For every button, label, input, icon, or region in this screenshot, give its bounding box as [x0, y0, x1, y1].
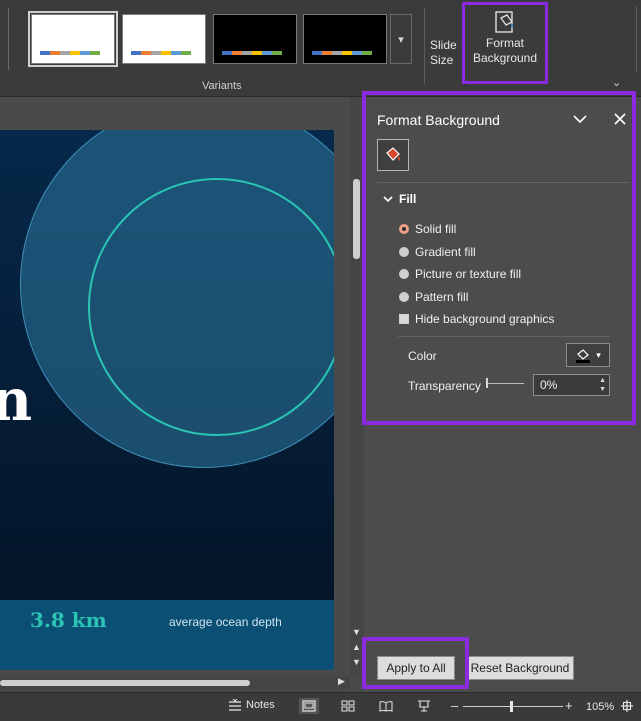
variants-more-button[interactable]: ▾ — [390, 14, 412, 64]
color-picker-button[interactable]: ▾ — [566, 343, 610, 367]
option-label: Hide background graphics — [415, 312, 555, 326]
option-label: Picture or texture fill — [415, 267, 522, 281]
radio-button[interactable] — [399, 269, 409, 279]
format-background-pane — [364, 97, 641, 697]
zoom-in-button[interactable]: + — [565, 698, 573, 713]
variant-swatches — [222, 51, 282, 55]
option-label: Pattern fill — [415, 290, 469, 304]
format-background-button[interactable]: Format Background — [462, 2, 548, 84]
gradient-fill-option[interactable]: Gradient fill — [399, 245, 476, 259]
option-label: Gradient fill — [415, 245, 476, 259]
transparency-label: Transparency — [408, 379, 481, 393]
zoom-level[interactable]: 105% — [586, 701, 614, 713]
chevron-down-icon: ▾ — [596, 349, 601, 360]
checkbox[interactable] — [399, 314, 409, 324]
fit-to-window-icon[interactable] — [620, 699, 634, 713]
zoom-slider-track[interactable] — [463, 706, 563, 707]
ribbon-collapse-chevron-icon[interactable]: ⌄ — [612, 76, 621, 89]
slide-size-button[interactable]: Slide Size — [430, 38, 464, 74]
vertical-scrollbar[interactable]: ▼ ▲ ▼ — [350, 97, 364, 675]
fill-tab[interactable] — [377, 139, 409, 171]
variants-group-label: Variants — [202, 80, 242, 92]
variant-2[interactable] — [122, 14, 206, 64]
ribbon: ▾ Variants Slide Size Format Background … — [0, 0, 641, 97]
radio-button[interactable] — [399, 247, 409, 257]
group-separator — [424, 8, 425, 84]
pane-divider — [377, 182, 630, 183]
paint-bucket-icon — [495, 11, 513, 33]
option-label: Solid fill — [415, 222, 457, 236]
paint-bucket-icon — [576, 349, 591, 363]
scroll-down-arrow-icon[interactable]: ▼ — [352, 627, 361, 637]
variant-3[interactable] — [213, 14, 297, 64]
chevron-down-icon — [383, 196, 393, 203]
transparency-slider-track[interactable] — [488, 383, 524, 384]
zoom-out-button[interactable]: – — [451, 698, 458, 713]
zoom-slider-thumb[interactable] — [510, 701, 513, 712]
format-background-label: Format Background — [472, 36, 538, 65]
slide-sorter-icon — [341, 700, 355, 712]
variant-4[interactable] — [303, 14, 387, 64]
slide-canvas: n 3.8 km average ocean depth — [0, 97, 350, 675]
decorative-ring — [88, 178, 334, 436]
pattern-fill-option[interactable]: Pattern fill — [399, 290, 468, 304]
transparency-value: 0% — [540, 378, 558, 392]
reset-background-button[interactable]: Reset Background — [466, 656, 574, 680]
depth-label: average ocean depth — [169, 615, 282, 629]
apply-to-all-button[interactable]: Apply to All — [377, 656, 455, 680]
radio-button[interactable] — [399, 292, 409, 302]
chevron-down-icon: ▾ — [398, 33, 404, 46]
depth-value: 3.8 km — [30, 608, 107, 632]
horizontal-scrollbar[interactable]: ▶ — [0, 676, 350, 690]
vertical-scrollbar-thumb[interactable] — [353, 179, 360, 259]
slide-title-fragment: n — [0, 366, 33, 434]
variant-swatches — [312, 51, 372, 55]
slide[interactable]: n 3.8 km average ocean depth — [0, 130, 334, 670]
solid-fill-option[interactable]: Solid fill — [399, 222, 456, 236]
transparency-input[interactable]: 0% ▲ ▼ — [533, 374, 610, 396]
section-divider — [398, 336, 610, 337]
ribbon-edge — [0, 8, 9, 70]
slide-show-icon — [418, 700, 430, 712]
transparency-slider-handle[interactable] — [486, 378, 488, 388]
fill-section-header[interactable]: Fill — [383, 192, 416, 206]
normal-view-icon — [302, 700, 316, 712]
horizontal-scrollbar-thumb[interactable] — [0, 680, 250, 686]
spinner-arrows-icon[interactable]: ▲ ▼ — [599, 376, 606, 394]
variant-swatches — [131, 51, 191, 55]
notes-icon — [229, 699, 241, 711]
next-slide-icon[interactable]: ▼ — [352, 657, 361, 667]
variant-1[interactable] — [28, 11, 118, 67]
status-bar: Notes – + 105% — [0, 692, 641, 721]
notes-button[interactable]: Notes — [228, 699, 275, 711]
ribbon-edge — [636, 6, 637, 72]
fill-bucket-icon — [386, 147, 400, 161]
pane-options-chevron-icon[interactable] — [571, 110, 589, 128]
pane-title: Format Background — [377, 112, 500, 128]
picture-texture-fill-option[interactable]: Picture or texture fill — [399, 267, 521, 281]
reading-view-button[interactable] — [376, 698, 396, 714]
slide-show-button[interactable] — [414, 698, 434, 714]
color-label: Color — [408, 349, 437, 363]
slide-sorter-button[interactable] — [338, 698, 358, 714]
close-icon[interactable] — [611, 110, 629, 128]
normal-view-button[interactable] — [299, 698, 319, 714]
hide-background-graphics-option[interactable]: Hide background graphics — [399, 312, 554, 326]
previous-slide-icon[interactable]: ▲ — [352, 642, 361, 652]
radio-button-checked[interactable] — [399, 224, 409, 234]
notes-label: Notes — [246, 699, 275, 711]
variant-swatches — [40, 51, 100, 55]
fill-section-label: Fill — [399, 192, 417, 206]
reading-view-icon — [379, 701, 393, 712]
scroll-right-arrow-icon[interactable]: ▶ — [338, 676, 345, 687]
